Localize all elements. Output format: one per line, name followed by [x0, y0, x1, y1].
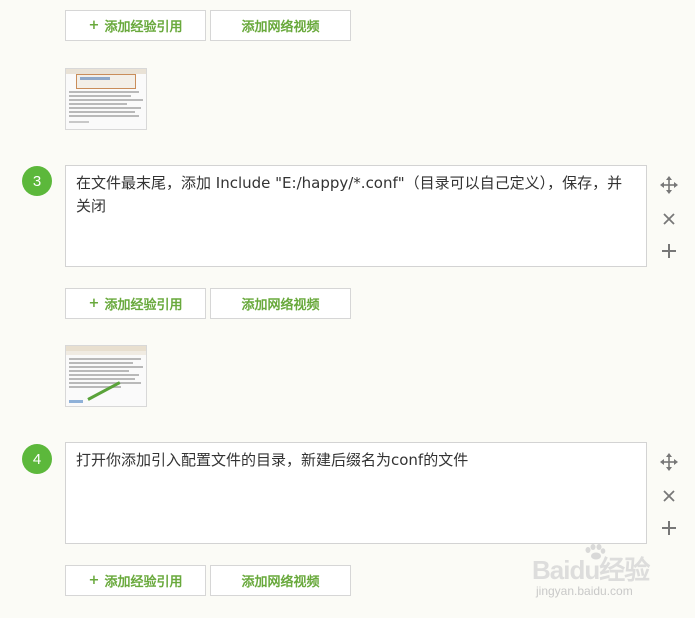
plus-icon[interactable]: [659, 518, 679, 538]
add-reference-label: 添加经验引用: [104, 20, 183, 35]
move-icon[interactable]: [659, 175, 679, 195]
add-reference-label: 添加经验引用: [104, 298, 183, 313]
baidu-jingyan-watermark: Baidu经验 jingyan.baidu.com: [532, 544, 692, 604]
plus-icon: +: [88, 296, 100, 311]
add-reference-label: 添加经验引用: [104, 575, 183, 590]
close-icon[interactable]: [659, 209, 679, 229]
watermark-url: jingyan.baidu.com: [536, 584, 633, 598]
add-video-label: 添加网络视频: [241, 575, 320, 590]
step-number-badge: 3: [22, 166, 52, 196]
step-text-editor[interactable]: 在文件最末尾，添加 Include "E:/happy/*.conf"（目录可以…: [65, 165, 647, 267]
close-icon[interactable]: [659, 486, 679, 506]
plus-icon: +: [88, 573, 100, 588]
add-reference-button[interactable]: + 添加经验引用: [65, 565, 206, 596]
plus-icon[interactable]: [659, 241, 679, 261]
add-video-label: 添加网络视频: [241, 298, 320, 313]
add-reference-button[interactable]: + 添加经验引用: [65, 10, 206, 41]
step-image-thumbnail[interactable]: [65, 68, 147, 130]
plus-icon: +: [88, 18, 100, 33]
add-video-button[interactable]: 添加网络视频: [210, 288, 351, 319]
step-text-editor[interactable]: 打开你添加引入配置文件的目录，新建后缀名为conf的文件: [65, 442, 647, 544]
step-image-thumbnail[interactable]: [65, 345, 147, 407]
add-video-label: 添加网络视频: [241, 20, 320, 35]
add-reference-button[interactable]: + 添加经验引用: [65, 288, 206, 319]
add-video-button[interactable]: 添加网络视频: [210, 10, 351, 41]
add-video-button[interactable]: 添加网络视频: [210, 565, 351, 596]
move-icon[interactable]: [659, 452, 679, 472]
watermark-brand: Baidu经验: [532, 555, 650, 585]
step-number-badge: 4: [22, 444, 52, 474]
